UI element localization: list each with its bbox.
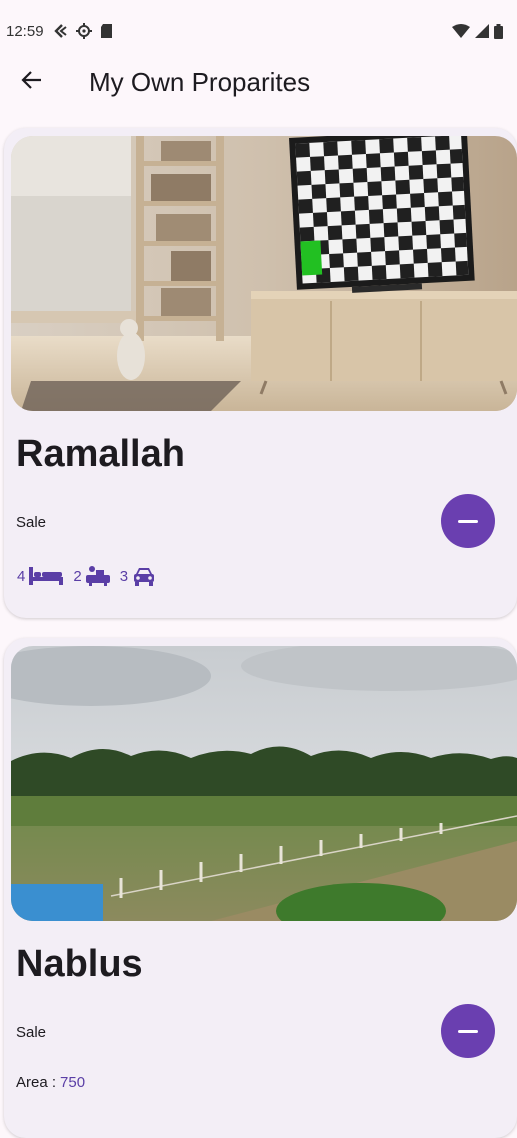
battery-icon <box>494 23 503 39</box>
property-card[interactable]: Nablus Sale Area :750 <box>4 638 517 1138</box>
status-time: 12:59 <box>6 22 44 40</box>
car-icon <box>132 566 156 586</box>
back-button[interactable] <box>14 62 50 102</box>
property-city: Ramallah <box>16 433 185 475</box>
back-arrow-small-icon <box>52 23 68 39</box>
property-image <box>11 136 517 411</box>
status-bar: 12:59 <box>0 0 517 62</box>
property-area: Area :750 <box>16 1074 85 1091</box>
page-title: My Own Proparites <box>89 67 311 97</box>
bathtub-icon <box>85 566 110 586</box>
status-right <box>452 23 503 39</box>
settings-icon <box>75 23 92 39</box>
remove-property-button[interactable] <box>441 1004 495 1058</box>
garages-count: 3 <box>119 567 129 585</box>
bed-icon <box>29 567 64 585</box>
remove-property-button[interactable] <box>441 494 495 548</box>
signal-icon <box>475 24 489 38</box>
minus-icon <box>458 519 478 523</box>
beds-count: 4 <box>17 567 26 585</box>
arrow-left-icon <box>21 69 43 96</box>
area-value: 750 <box>60 1074 86 1091</box>
property-type: Sale <box>16 514 47 531</box>
area-label: Area : <box>16 1074 57 1091</box>
property-features: 4 2 3 <box>17 566 166 586</box>
app-bar: My Own Proparites <box>0 62 517 102</box>
property-type: Sale <box>16 1024 47 1041</box>
property-city: Nablus <box>16 943 143 985</box>
property-card[interactable]: Ramallah Sale 4 2 3 <box>4 128 517 618</box>
sd-card-icon <box>100 23 114 39</box>
minus-icon <box>458 1029 478 1033</box>
wifi-icon <box>452 24 470 38</box>
baths-count: 2 <box>73 567 82 585</box>
property-image <box>11 646 517 921</box>
status-left: 12:59 <box>6 23 114 40</box>
